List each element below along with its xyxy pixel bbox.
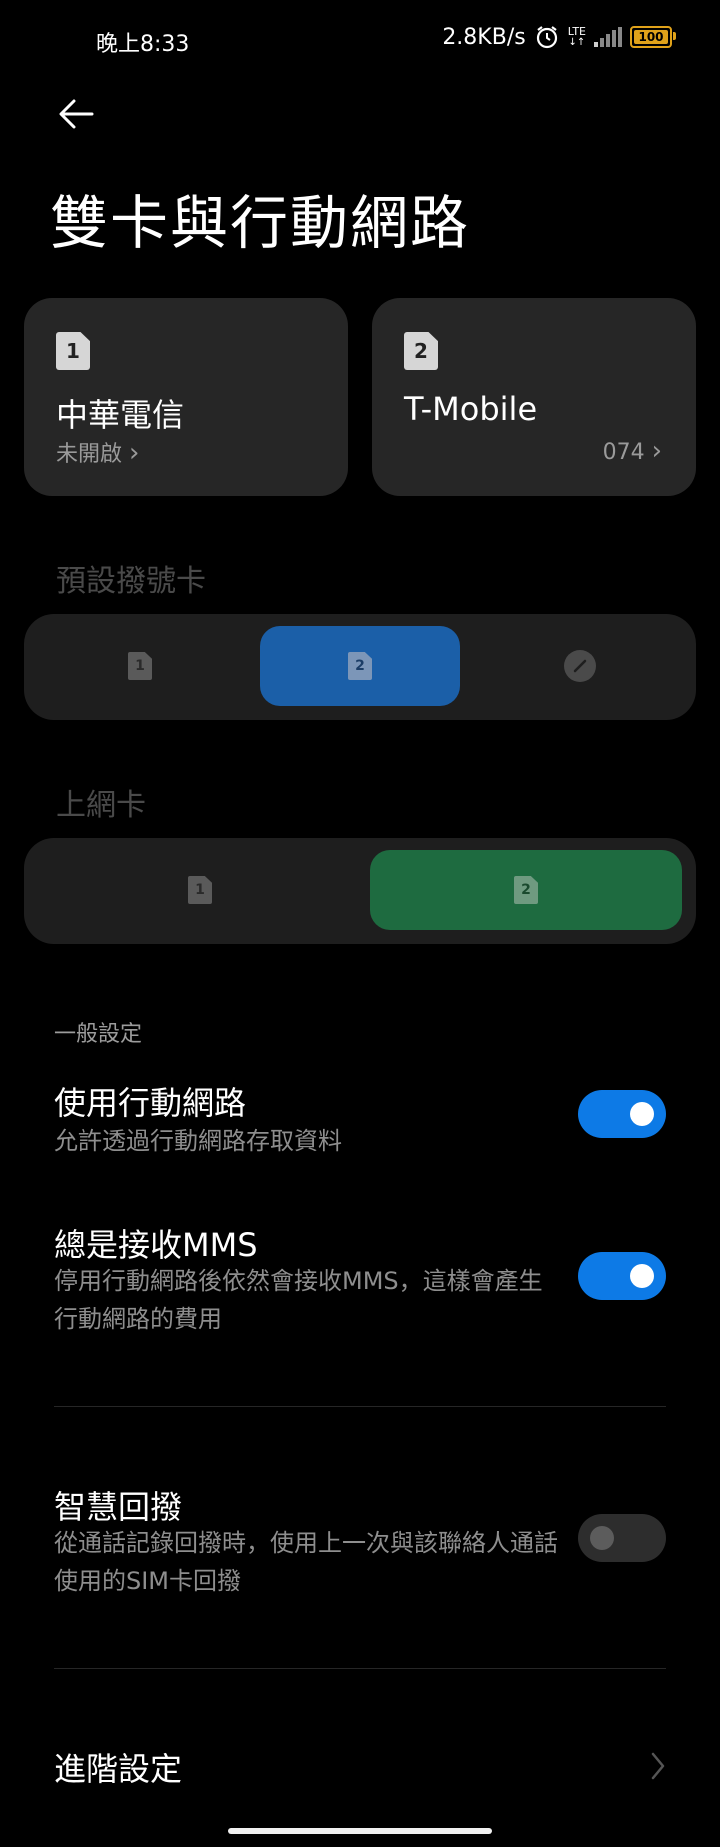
default-dial-selector: 1 2 [24, 614, 696, 720]
sim-2-icon: 2 [348, 652, 372, 680]
toggle-knob [630, 1264, 654, 1288]
sim-1-icon: 1 [188, 876, 212, 904]
data-sim-option-2[interactable]: 2 [370, 850, 682, 930]
page-title: 雙卡與行動網路 [50, 189, 471, 257]
toggle-knob [590, 1526, 614, 1550]
home-indicator[interactable] [228, 1828, 492, 1834]
sim-2-carrier: T-Mobile [404, 390, 538, 428]
always-receive-mms-title: 總是接收MMS [54, 1226, 258, 1264]
advanced-settings-item[interactable]: 進階設定 [54, 1744, 182, 1790]
sim-1-icon: 1 [56, 332, 90, 370]
divider [54, 1406, 666, 1407]
default-dial-option-1[interactable]: 1 [40, 626, 240, 706]
data-sim-option-1[interactable]: 1 [40, 850, 360, 930]
smart-callback-description: 從通話記錄回撥時，使用上一次與該聯絡人通話使用的SIM卡回撥 [54, 1529, 558, 1595]
default-dial-option-2[interactable]: 2 [260, 626, 460, 706]
status-time: 晚上8:33 [96, 32, 190, 57]
general-settings-label: 一般設定 [54, 1022, 143, 1047]
status-icons: 2.8KB/s LTE ↓↑ 100 [442, 24, 676, 50]
alarm-icon [536, 26, 557, 49]
sim-1-status-text: 未開啟 [56, 442, 123, 467]
sim-2-number-text: 074 [602, 440, 645, 465]
always-receive-mms-description: 停用行動網路後依然會接收MMS，這樣會產生行動網路的費用 [54, 1267, 543, 1333]
chevron-right-icon: › [651, 436, 662, 466]
always-receive-mms-toggle[interactable] [578, 1252, 666, 1300]
mobile-data-description: 允許透過行動網路存取資料 [54, 1127, 342, 1155]
divider [54, 1668, 666, 1669]
sim-2-icon: 2 [514, 876, 538, 904]
sim-2-icon: 2 [404, 332, 438, 370]
default-dial-label: 預設撥號卡 [56, 564, 206, 599]
smart-callback-title: 智慧回撥 [54, 1488, 183, 1526]
battery-icon: 100 [630, 26, 676, 48]
mobile-data-title: 使用行動網路 [54, 1084, 247, 1122]
sim-2-number: 074 › [603, 436, 662, 466]
data-sim-selector: 1 2 [24, 838, 696, 944]
sim-1-status: 未開啟 › [56, 436, 139, 468]
smart-callback-toggle[interactable] [578, 1514, 666, 1562]
default-dial-option-ask[interactable] [480, 626, 680, 706]
signal-icon [594, 27, 622, 47]
sim-1-icon: 1 [128, 652, 152, 680]
data-sim-label: 上網卡 [56, 788, 146, 823]
edit-icon [564, 650, 596, 682]
toggle-knob [630, 1102, 654, 1126]
mobile-data-toggle[interactable] [578, 1090, 666, 1138]
chevron-right-icon [651, 1752, 665, 1780]
battery-level: 100 [638, 30, 664, 44]
sim-1-carrier: 中華電信 [56, 396, 185, 434]
network-speed: 2.8KB/s [442, 24, 526, 50]
back-arrow-icon[interactable] [54, 92, 98, 136]
sim-card-2[interactable]: 2 T-Mobile 074 › [372, 298, 696, 496]
sim-card-1[interactable]: 1 中華電信 未開啟 › [24, 298, 348, 496]
chevron-right-icon: › [129, 438, 140, 468]
lte-label: LTE [567, 25, 586, 38]
lte-icon: LTE ↓↑ [567, 25, 586, 48]
